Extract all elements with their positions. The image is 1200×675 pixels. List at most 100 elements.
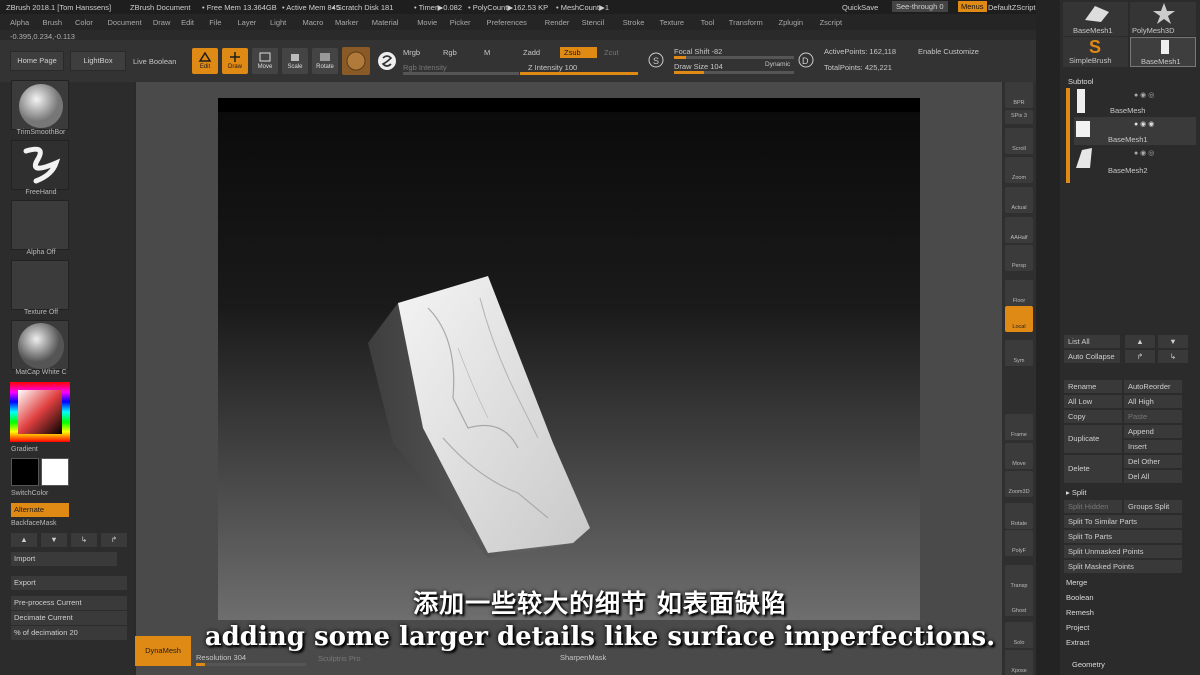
visibility-eye-icon[interactable]: ● ◉ ◉	[1134, 120, 1154, 128]
split-section-header[interactable]: ▸ Split	[1062, 486, 1182, 499]
auto-collapse-button[interactable]: Auto Collapse	[1064, 350, 1120, 363]
split-unmasked-button[interactable]: Split Unmasked Points	[1064, 545, 1182, 558]
menu-item-brush[interactable]: Brush	[43, 18, 63, 27]
default-zscript-button[interactable]: DefaultZScript	[988, 3, 1036, 12]
menu-item-macro[interactable]: Macro	[303, 18, 324, 27]
move-top-icon[interactable]: ↱	[1125, 350, 1155, 363]
arrow-down-icon[interactable]: ▼	[41, 533, 67, 547]
alpha-thumbnail[interactable]	[11, 200, 69, 250]
arrow-bottom-icon[interactable]: ↳	[71, 533, 97, 547]
view-button-floor[interactable]: Floor	[1005, 280, 1033, 306]
spotlight-button[interactable]	[374, 48, 400, 74]
split-to-parts-button[interactable]: Split To Parts	[1064, 530, 1182, 543]
del-other-button[interactable]: Del Other	[1124, 455, 1182, 468]
zadd-button[interactable]: Zadd	[523, 48, 540, 57]
menu-item-file[interactable]: File	[209, 18, 221, 27]
move-bottom-icon[interactable]: ↳	[1158, 350, 1188, 363]
tool-thumb-basemesh1[interactable]: BaseMesh1	[1063, 2, 1128, 36]
view-button-aahalf[interactable]: AAHalf	[1005, 217, 1033, 243]
import-button[interactable]: Import	[11, 552, 117, 566]
menu-item-alpha[interactable]: Alpha	[10, 18, 29, 27]
focal-shift-track[interactable]	[674, 56, 794, 59]
zsub-button[interactable]: Zsub	[560, 47, 597, 58]
menu-item-stroke[interactable]: Stroke	[623, 18, 645, 27]
duplicate-button[interactable]: Duplicate	[1064, 425, 1122, 453]
view-button-polyf[interactable]: PolyF	[1005, 530, 1033, 556]
menu-item-marker[interactable]: Marker	[335, 18, 358, 27]
delete-button[interactable]: Delete	[1064, 455, 1122, 483]
edit-tool-button[interactable]: Edit	[192, 48, 218, 74]
rename-button[interactable]: Rename	[1064, 380, 1122, 393]
autoreorder-button[interactable]: AutoReorder	[1124, 380, 1182, 393]
visibility-eye-icon[interactable]: ● ◉ ◎	[1134, 149, 1154, 157]
scale-tool-button[interactable]: Scale	[282, 48, 308, 74]
paste-button[interactable]: Paste	[1124, 410, 1182, 423]
geometry-section-header[interactable]: Geometry	[1068, 658, 1188, 671]
move-tool-button[interactable]: Move	[252, 48, 278, 74]
draw-size-slider[interactable]: Draw Size 104	[674, 62, 723, 71]
sculptris-pro-button[interactable]: Sculptris Pro	[318, 654, 361, 663]
menu-item-stencil[interactable]: Stencil	[582, 18, 605, 27]
split-masked-button[interactable]: Split Masked Points	[1064, 560, 1182, 573]
dynamic-button[interactable]: Dynamic	[765, 61, 790, 68]
subtool-item-basemesh[interactable]: ● ◉ ◎ BaseMesh	[1074, 88, 1196, 116]
gradient-label[interactable]: Gradient	[11, 446, 51, 453]
move-down-icon[interactable]: ▼	[1158, 335, 1188, 348]
enable-customize-button[interactable]: Enable Customize	[918, 47, 979, 56]
stroke-thumbnail[interactable]	[11, 140, 69, 190]
menu-item-preferences[interactable]: Preferences	[487, 18, 527, 27]
rgb-intensity-track[interactable]	[403, 72, 519, 75]
arrow-up-icon[interactable]: ▲	[11, 533, 37, 547]
split-similar-parts-button[interactable]: Split To Similar Parts	[1064, 515, 1182, 528]
resolution-slider[interactable]: Resolution 304	[196, 653, 246, 662]
all-high-button[interactable]: All High	[1124, 395, 1182, 408]
secondary-color-swatch[interactable]	[41, 458, 69, 486]
menu-item-texture[interactable]: Texture	[660, 18, 685, 27]
menu-item-render[interactable]: Render	[545, 18, 570, 27]
view-button-local[interactable]: Local	[1005, 306, 1033, 332]
rotate-tool-button[interactable]: Rotate	[312, 48, 338, 74]
resolution-track[interactable]	[196, 663, 306, 666]
home-page-button[interactable]: Home Page	[10, 51, 64, 71]
insert-button[interactable]: Insert	[1124, 440, 1182, 453]
split-hidden-button[interactable]: Split Hidden	[1064, 500, 1122, 513]
menu-item-zscript[interactable]: Zscript	[820, 18, 843, 27]
texture-thumbnail[interactable]	[11, 260, 69, 310]
menu-item-light[interactable]: Light	[270, 18, 286, 27]
view-button-sym[interactable]: Sym	[1005, 340, 1033, 366]
view-button-zoom[interactable]: Zoom	[1005, 157, 1033, 183]
menu-item-picker[interactable]: Picker	[450, 18, 471, 27]
view-button-rotate[interactable]: Rotate	[1005, 503, 1033, 529]
menu-item-layer[interactable]: Layer	[238, 18, 257, 27]
menu-item-material[interactable]: Material	[372, 18, 399, 27]
menu-item-transform[interactable]: Transform	[729, 18, 763, 27]
brush-thumbnail[interactable]	[11, 80, 69, 130]
draw-tool-button[interactable]: Draw	[222, 48, 248, 74]
rgb-intensity-slider[interactable]: Rgb Intensity	[403, 63, 447, 72]
z-intensity-track[interactable]	[520, 72, 638, 75]
m-button[interactable]: M	[484, 48, 490, 57]
subtool-item-basemesh2[interactable]: ● ◉ ◎ BaseMesh2	[1074, 146, 1196, 176]
material-thumbnail[interactable]	[11, 320, 69, 370]
menus-button[interactable]: Menus	[958, 1, 987, 12]
copy-button[interactable]: Copy	[1064, 410, 1122, 423]
material-swatch[interactable]	[342, 47, 370, 75]
sharpenmask-button[interactable]: SharpenMask	[560, 653, 606, 662]
subtool-scrollbar[interactable]	[1066, 88, 1070, 183]
draw-size-track[interactable]	[674, 71, 794, 74]
view-button-persp[interactable]: Persp	[1005, 245, 1033, 271]
menu-item-tool[interactable]: Tool	[701, 18, 715, 27]
view-button-scroll[interactable]: Scroll	[1005, 128, 1033, 154]
subtool-section-header[interactable]: Subtool	[1064, 75, 1164, 88]
view-button-actual[interactable]: Actual	[1005, 187, 1033, 213]
view-button-frame[interactable]: Frame	[1005, 414, 1033, 440]
z-intensity-slider[interactable]: Z Intensity 100	[528, 63, 577, 72]
del-all-button[interactable]: Del All	[1124, 470, 1182, 483]
lightbox-button[interactable]: LightBox	[70, 51, 126, 71]
tool-thumb-simplebrush[interactable]: S SimpleBrush	[1063, 37, 1128, 67]
view-button-xpose[interactable]: Xpose	[1005, 650, 1033, 675]
visibility-eye-icon[interactable]: ● ◉ ◎	[1134, 91, 1154, 99]
append-button[interactable]: Append	[1124, 425, 1182, 438]
quicksave-button[interactable]: QuickSave	[842, 3, 878, 12]
menu-item-color[interactable]: Color	[75, 18, 93, 27]
